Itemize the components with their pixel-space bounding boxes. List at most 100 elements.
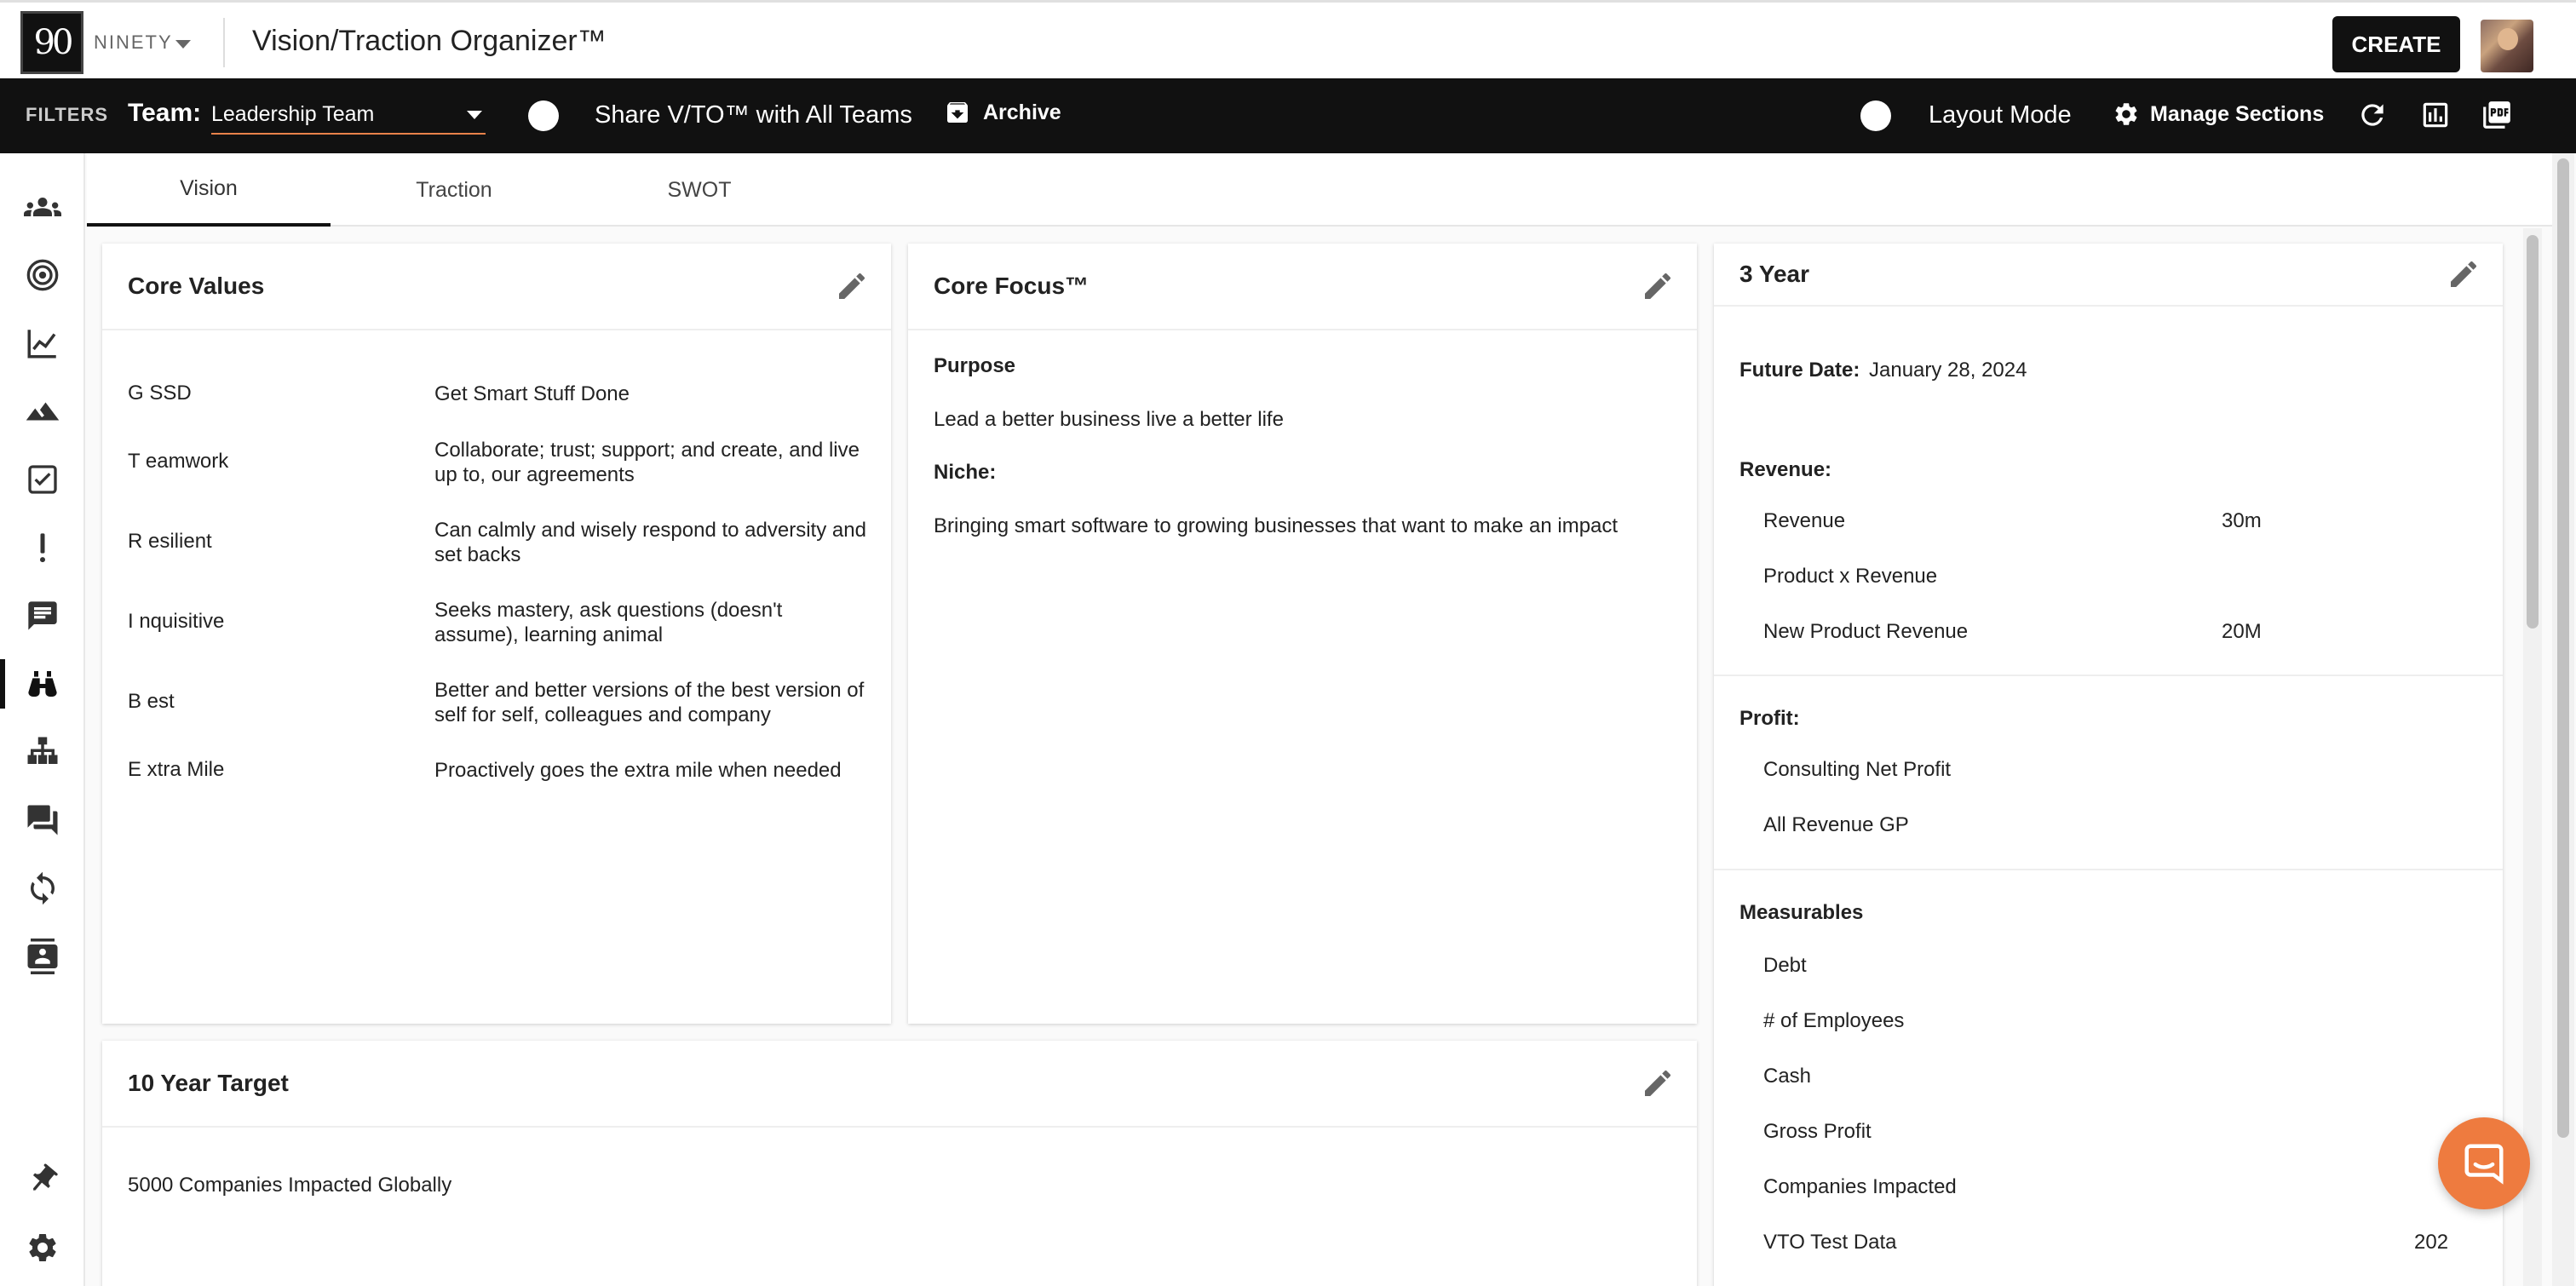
chevron-down-icon[interactable] xyxy=(175,40,191,49)
team-select[interactable]: Leadership Team xyxy=(211,94,486,135)
measurable-item: Gross Profit xyxy=(1763,1120,1872,1143)
edit-icon[interactable] xyxy=(1641,269,1675,303)
card-header: Core Values xyxy=(102,244,891,330)
create-button[interactable]: CREATE xyxy=(2332,16,2460,72)
sidebar-item-directory[interactable] xyxy=(0,927,85,986)
sidebar-item-org-chart[interactable] xyxy=(0,722,85,782)
team-label: Team: xyxy=(128,99,202,127)
layout-mode-label: Layout Mode xyxy=(1929,101,2072,129)
pin-icon xyxy=(32,1163,58,1191)
divider xyxy=(1714,675,2503,676)
core-values-card: Core Values G SSD Get Smart Stuff Done T… xyxy=(102,244,891,1024)
mountain-icon xyxy=(26,402,60,421)
scrollbar-thumb[interactable] xyxy=(2527,235,2539,629)
tab-swot[interactable]: SWOT xyxy=(578,153,821,227)
future-date-value: January 28, 2024 xyxy=(1869,359,2027,382)
core-value-name: R esilient xyxy=(128,530,212,553)
page-title: Vision/Traction Organizer™ xyxy=(252,25,607,57)
measurable-item: VTO Test Data xyxy=(1763,1231,1897,1254)
share-toggle[interactable] xyxy=(528,100,559,131)
checkbox-icon xyxy=(28,465,57,494)
archive-button[interactable]: Archive xyxy=(944,99,1061,126)
pdf-icon[interactable] xyxy=(2481,99,2513,131)
measurable-item: # of Employees xyxy=(1763,1009,1905,1032)
core-value-name: T eamwork xyxy=(128,450,229,473)
sidebar-item-meetings[interactable] xyxy=(0,790,85,850)
sidebar-item-rocks[interactable] xyxy=(0,245,85,305)
measurable-item: Debt xyxy=(1763,954,1807,977)
team-select-value: Leadership Team xyxy=(211,102,375,126)
manage-sections-button[interactable]: Manage Sections xyxy=(2113,100,2324,128)
chevron-down-icon xyxy=(467,111,482,119)
core-value-name: E xtra Mile xyxy=(128,758,225,781)
core-value-desc: Collaborate; trust; support; and create,… xyxy=(434,439,860,486)
core-value-desc: Can calmly and wisely respond to adversi… xyxy=(434,519,866,566)
sidebar-item-goals[interactable] xyxy=(0,382,85,441)
core-value-name: I nquisitive xyxy=(128,610,225,633)
sync-icon xyxy=(31,871,55,905)
revenue-label: Revenue: xyxy=(1739,458,1832,481)
revenue-item: New Product Revenue xyxy=(1763,620,1969,643)
measurables-label: Measurables xyxy=(1739,901,1864,924)
sidebar-item-people[interactable] xyxy=(0,177,85,237)
forum-icon xyxy=(27,805,58,835)
sidebar-item-pin[interactable] xyxy=(0,1150,85,1209)
refresh-icon[interactable] xyxy=(2356,99,2389,131)
niche-label: Niche: xyxy=(934,461,997,484)
inner-scrollbar[interactable] xyxy=(2523,228,2542,1286)
measurable-item: Cash xyxy=(1763,1065,1812,1088)
edit-icon[interactable] xyxy=(2447,257,2481,291)
sidebar-item-process[interactable] xyxy=(0,858,85,918)
chat-launcher-button[interactable] xyxy=(2438,1117,2530,1209)
core-value-desc: Better and better versions of the best v… xyxy=(434,679,865,726)
sidebar-item-vto[interactable] xyxy=(0,654,85,714)
tab-traction[interactable]: Traction xyxy=(332,153,576,227)
gear-icon xyxy=(29,1234,56,1261)
measurable-value: 202 xyxy=(2414,1231,2449,1254)
purpose-label: Purpose xyxy=(934,354,1016,377)
core-values-title: Core Values xyxy=(128,273,265,299)
sidebar-item-settings[interactable] xyxy=(0,1218,85,1277)
org-chart-icon xyxy=(27,737,58,764)
revenue-value: 20M xyxy=(2222,620,2262,643)
ten-year-title: 10 Year Target xyxy=(128,1070,289,1096)
sidebar-item-todos[interactable] xyxy=(0,450,85,509)
scrollbar-thumb[interactable] xyxy=(2557,158,2569,1138)
sidebar xyxy=(0,153,85,1286)
card-header: 3 Year xyxy=(1714,244,2503,307)
edit-icon[interactable] xyxy=(1641,1066,1675,1100)
layout-mode-toggle[interactable] xyxy=(1860,100,1891,131)
measurable-item: Companies Impacted xyxy=(1763,1175,1957,1198)
core-focus-title: Core Focus™ xyxy=(934,273,1090,299)
top-header: 90 NINETY Vision/Traction Organizer™ CRE… xyxy=(0,0,2576,78)
core-value-desc: Proactively goes the extra mile when nee… xyxy=(434,759,842,782)
feedback-icon xyxy=(28,601,57,630)
edit-icon[interactable] xyxy=(835,269,869,303)
three-year-card: 3 Year Future Date: January 28, 2024 Rev… xyxy=(1714,244,2503,1286)
filter-bar: FILTERS Team: Leadership Team Share V/TO… xyxy=(0,78,2576,153)
sidebar-item-headlines[interactable] xyxy=(0,586,85,646)
sidebar-item-issues[interactable] xyxy=(0,518,85,577)
sidebar-item-scorecard[interactable] xyxy=(0,313,85,373)
vto-tabs: Vision Traction SWOT xyxy=(87,153,2552,227)
purpose-value: Lead a better business live a better lif… xyxy=(934,408,1284,431)
ten-year-value: 5000 Companies Impacted Globally xyxy=(128,1174,452,1197)
filters-label: FILTERS xyxy=(26,104,109,125)
core-value-desc: Get Smart Stuff Done xyxy=(434,382,630,405)
niche-value: Bringing smart software to growing busin… xyxy=(934,514,1619,537)
share-label: Share V/TO™ with All Teams xyxy=(595,101,912,129)
card-header: Core Focus™ xyxy=(908,244,1697,330)
avatar[interactable] xyxy=(2481,20,2533,72)
revenue-value: 30m xyxy=(2222,509,2262,532)
brand-name[interactable]: NINETY xyxy=(94,32,173,54)
core-focus-card: Core Focus™ Purpose Lead a better busine… xyxy=(908,244,1697,1024)
gear-icon xyxy=(2115,103,2137,125)
page-scrollbar[interactable] xyxy=(2552,153,2574,1286)
tab-vision[interactable]: Vision xyxy=(87,153,331,227)
ninety-logo[interactable]: 90 xyxy=(20,11,83,74)
binoculars-icon xyxy=(28,671,57,697)
exclamation-icon xyxy=(40,533,45,563)
manage-sections-label: Manage Sections xyxy=(2150,101,2325,126)
ten-year-target-card: 10 Year Target 5000 Companies Impacted G… xyxy=(102,1041,1697,1286)
report-icon[interactable] xyxy=(2419,99,2452,131)
